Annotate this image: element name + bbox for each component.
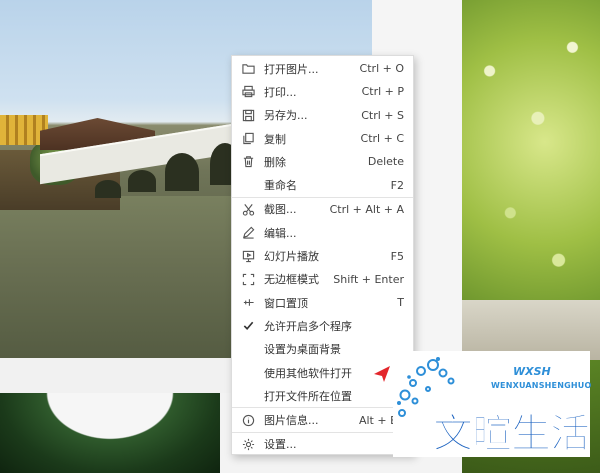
menu-item-label: 图片信息... [264,414,319,428]
menu-item-shortcut: Ctrl + O [359,62,404,76]
menu-item-shortcut: Ctrl + S [361,108,404,122]
menu-item-label: 打印... [264,85,297,99]
pin-icon [232,296,264,309]
menu-item-borderless[interactable]: 无边框模式 Shift + Enter [232,268,413,291]
info-icon [232,414,264,427]
menu-item-label: 另存为... [264,109,308,123]
gear-icon [232,438,264,451]
slideshow-icon [232,250,264,263]
copy-icon [232,132,264,145]
context-menu: 打开图片... Ctrl + O 打印... Ctrl + P 另存为... C… [231,55,414,455]
menu-item-label: 打开图片... [264,62,319,76]
menu-item-save-as[interactable]: 另存为... Ctrl + S [232,104,413,127]
menu-item-label: 删除 [264,155,286,169]
menu-item-shortcut: Shift + Enter [333,272,404,286]
menu-item-delete[interactable]: 删除 Delete [232,150,413,173]
watermark-latin: WENXUANSHENGHUO [491,381,592,390]
menu-item-shortcut: T [397,296,404,310]
menu-item-label: 窗口置顶 [264,296,308,310]
menu-item-label: 设置为桌面背景 [264,343,341,357]
menu-item-allow-multiple[interactable]: 允许开启多个程序 [232,314,413,337]
pen-icon [232,226,264,239]
red-arrow-icon [374,366,390,382]
watermark-monogram: WXSH [513,365,551,378]
menu-item-label: 幻灯片播放 [264,250,319,264]
menu-item-label: 截图... [264,203,297,217]
watermark-chinese: 文暄生活 [433,411,591,458]
menu-item-label: 无边框模式 [264,273,319,287]
menu-item-screenshot[interactable]: 截图... Ctrl + Alt + A [232,198,413,221]
menu-item-shortcut: Ctrl + P [361,85,404,99]
scissors-icon [232,203,264,216]
watermark-logo: WXSH WENXUANSHENGHUO 文暄生活 [393,351,592,458]
menu-item-rename[interactable]: 重命名 F2 [232,173,413,196]
trash-icon [232,155,264,168]
menu-item-settings[interactable]: 设置... F [232,433,413,456]
menu-item-shortcut: Ctrl + C [360,132,404,146]
printer-icon [232,85,264,98]
menu-item-label: 设置... [264,438,297,452]
menu-item-label: 复制 [264,132,286,146]
photo-bowl [0,393,220,473]
menu-item-label: 允许开启多个程序 [264,319,352,333]
menu-item-image-info[interactable]: 图片信息... Alt + En [232,408,413,431]
menu-item-label: 编辑... [264,226,297,240]
menu-item-always-on-top[interactable]: 窗口置顶 T [232,291,413,314]
menu-item-set-wallpaper[interactable]: 设置为桌面背景 [232,338,413,361]
menu-item-shortcut: Delete [367,155,404,169]
menu-item-shortcut: Ctrl + Alt + A [329,202,404,216]
menu-item-edit[interactable]: 编辑... [232,221,413,244]
menu-item-label: 打开文件所在位置 [264,389,352,403]
menu-item-slideshow[interactable]: 幻灯片播放 F5 [232,244,413,267]
menu-item-shortcut: F5 [390,249,404,263]
menu-item-open-location[interactable]: 打开文件所在位置 [232,384,413,407]
menu-item-copy[interactable]: 复制 Ctrl + C [232,127,413,150]
checkmark-icon [232,319,264,332]
menu-item-label: 重命名 [264,179,297,193]
borderless-icon [232,273,264,286]
menu-item-print[interactable]: 打印... Ctrl + P [232,80,413,103]
menu-item-shortcut: F2 [390,178,404,192]
menu-item-open-image[interactable]: 打开图片... Ctrl + O [232,57,413,80]
save-icon [232,109,264,122]
folder-icon [232,62,264,75]
